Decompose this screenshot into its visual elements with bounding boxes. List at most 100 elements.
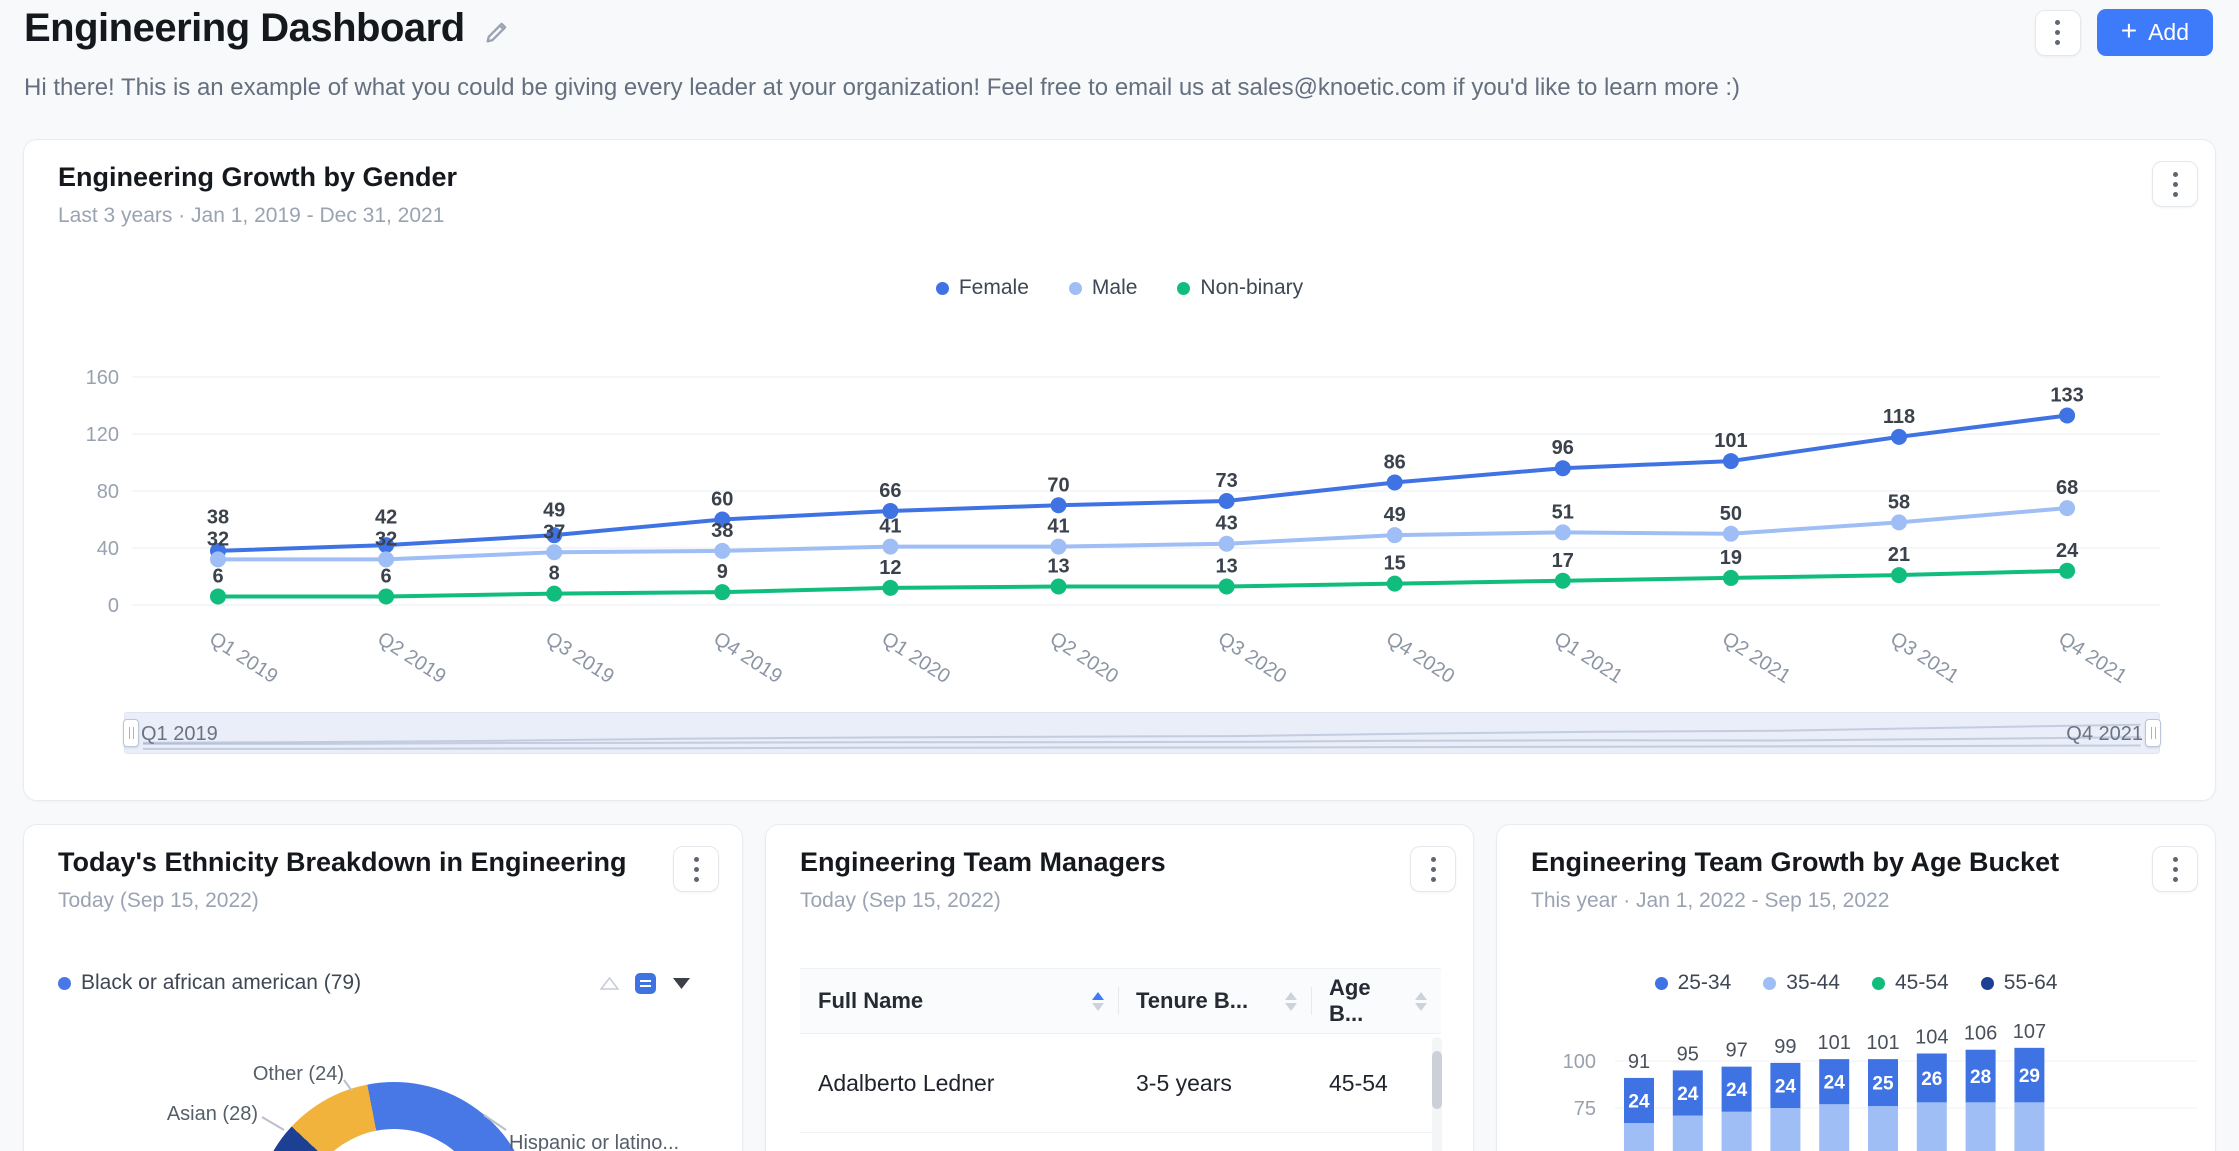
sort-desc-icon	[1415, 1003, 1427, 1011]
legend-dot	[58, 977, 71, 990]
svg-text:Q1 2020: Q1 2020	[878, 628, 954, 688]
sort-desc-icon	[1285, 1003, 1297, 1011]
ethnicity-legend-row: Black or african american (79)	[58, 971, 692, 995]
card-subtitle: Today (Sep 15, 2022)	[800, 889, 1001, 913]
svg-text:21: 21	[1888, 544, 1910, 566]
legend-label: 25-34	[1678, 971, 1732, 995]
svg-text:24: 24	[2056, 540, 2079, 562]
page-menu-button[interactable]	[2035, 10, 2081, 56]
svg-text:118: 118	[1883, 406, 1915, 428]
range-slider[interactable]: Q1 2019 Q4 2021	[124, 712, 2160, 754]
legend-label: Male	[1092, 276, 1138, 300]
legend-label: Black or african american (79)	[81, 971, 361, 995]
chart-legend: Female Male Non-binary	[24, 276, 2215, 300]
svg-text:15: 15	[1384, 553, 1406, 575]
svg-text:101: 101	[1714, 430, 1747, 452]
svg-text:70: 70	[1047, 474, 1069, 496]
svg-text:101: 101	[1866, 1032, 1899, 1054]
kebab-icon	[2173, 172, 2178, 197]
donut-label-hispanic: Hispanic or latino...	[509, 1132, 735, 1151]
svg-text:91: 91	[1628, 1051, 1650, 1073]
table-cell: 45-54	[1311, 1070, 1441, 1097]
legend-label: 55-64	[2004, 971, 2058, 995]
donut-label-asian: Asian (28)	[128, 1103, 258, 1126]
legend-page-indicator-icon[interactable]	[635, 973, 656, 994]
legend-label: Non-binary	[1200, 276, 1303, 300]
svg-text:68: 68	[2056, 477, 2078, 499]
svg-text:Q4 2019: Q4 2019	[710, 628, 786, 688]
donut-label-other: Other (24)	[214, 1063, 344, 1086]
legend-item-black-or-african-american[interactable]: Black or african american (79)	[58, 971, 361, 995]
svg-text:6: 6	[212, 565, 223, 587]
dashboard-page: Engineering Dashboard Hi there! This is …	[0, 0, 2239, 1151]
age-bucket-bar-chart: 1007591249524972499241012410125104261062…	[1497, 1015, 2216, 1151]
card-menu-button[interactable]	[1410, 846, 1456, 892]
card-menu-button[interactable]	[2152, 161, 2198, 207]
team-managers-card: Engineering Team Managers Today (Sep 15,…	[765, 824, 1474, 1151]
svg-text:13: 13	[1047, 555, 1069, 577]
svg-text:96: 96	[1552, 437, 1574, 459]
legend-page-down-icon[interactable]	[671, 976, 692, 991]
svg-text:Q1 2019: Q1 2019	[205, 628, 281, 688]
svg-text:100: 100	[1563, 1051, 1596, 1073]
legend-page-up-icon[interactable]	[599, 976, 620, 991]
sort-icons	[1092, 992, 1104, 1011]
svg-text:101: 101	[1818, 1032, 1851, 1054]
card-menu-button[interactable]	[673, 846, 719, 892]
svg-text:Q4 2020: Q4 2020	[1382, 628, 1458, 688]
page-subtitle: Hi there! This is an example of what you…	[24, 74, 1740, 102]
table-header-age-bucket[interactable]: Age B...	[1311, 969, 1441, 1033]
kebab-icon	[2055, 20, 2060, 45]
svg-text:Q2 2019: Q2 2019	[373, 628, 449, 688]
svg-text:60: 60	[711, 489, 733, 511]
header-actions: + Add	[2035, 9, 2213, 56]
edit-title-icon[interactable]	[483, 18, 511, 46]
card-menu-button[interactable]	[2152, 846, 2198, 892]
svg-text:41: 41	[1047, 516, 1069, 538]
table-header-full-name[interactable]: Full Name	[800, 969, 1118, 1033]
svg-text:Q2 2020: Q2 2020	[1046, 628, 1122, 688]
card-subtitle: This year · Jan 1, 2022 - Sep 15, 2022	[1531, 889, 1889, 913]
legend-item-non-binary[interactable]: Non-binary	[1177, 276, 1303, 300]
svg-text:26: 26	[1921, 1069, 1942, 1090]
legend-dot	[1177, 282, 1190, 295]
legend-label: 35-44	[1786, 971, 1840, 995]
legend-item-male[interactable]: Male	[1069, 276, 1138, 300]
legend-item-25-34[interactable]: 25-34	[1655, 971, 1732, 995]
svg-text:24: 24	[1726, 1080, 1748, 1101]
table-header-row: Full Name Tenure B... Age B...	[800, 968, 1441, 1034]
table-header-tenure-bucket[interactable]: Tenure B...	[1118, 969, 1311, 1033]
column-label: Full Name	[818, 988, 923, 1014]
slider-handle-left[interactable]	[123, 719, 139, 747]
scrollbar-thumb[interactable]	[1432, 1051, 1442, 1109]
sort-icons	[1285, 992, 1297, 1011]
table-row[interactable]: Adalberto Ledner3-5 years45-54	[800, 1034, 1441, 1133]
sort-desc-icon	[1092, 1003, 1104, 1011]
svg-text:50: 50	[1720, 503, 1742, 525]
legend-item-55-64[interactable]: 55-64	[1981, 971, 2058, 995]
svg-text:133: 133	[2050, 384, 2083, 406]
legend-item-female[interactable]: Female	[936, 276, 1029, 300]
sort-asc-icon	[1415, 992, 1427, 1000]
legend-dot	[1872, 977, 1885, 990]
slider-sparkline	[125, 713, 2161, 755]
svg-text:107: 107	[2013, 1021, 2046, 1043]
svg-text:49: 49	[543, 499, 565, 521]
legend-item-45-54[interactable]: 45-54	[1872, 971, 1949, 995]
svg-text:28: 28	[1970, 1067, 1991, 1088]
legend-label: 45-54	[1895, 971, 1949, 995]
plus-icon: +	[2121, 17, 2137, 45]
svg-text:86: 86	[1384, 451, 1406, 473]
sort-asc-icon	[1092, 992, 1104, 1000]
slider-handle-right[interactable]	[2145, 719, 2161, 747]
add-button[interactable]: + Add	[2097, 9, 2213, 56]
svg-text:32: 32	[207, 528, 229, 550]
card-subtitle: Today (Sep 15, 2022)	[58, 889, 259, 913]
legend-dot	[1069, 282, 1082, 295]
page-title: Engineering Dashboard	[24, 6, 465, 51]
svg-text:12: 12	[879, 557, 901, 579]
kebab-icon	[2173, 857, 2178, 882]
legend-item-35-44[interactable]: 35-44	[1763, 971, 1840, 995]
ethnicity-donut-chart[interactable]	[254, 1082, 534, 1151]
svg-text:17: 17	[1552, 550, 1574, 572]
